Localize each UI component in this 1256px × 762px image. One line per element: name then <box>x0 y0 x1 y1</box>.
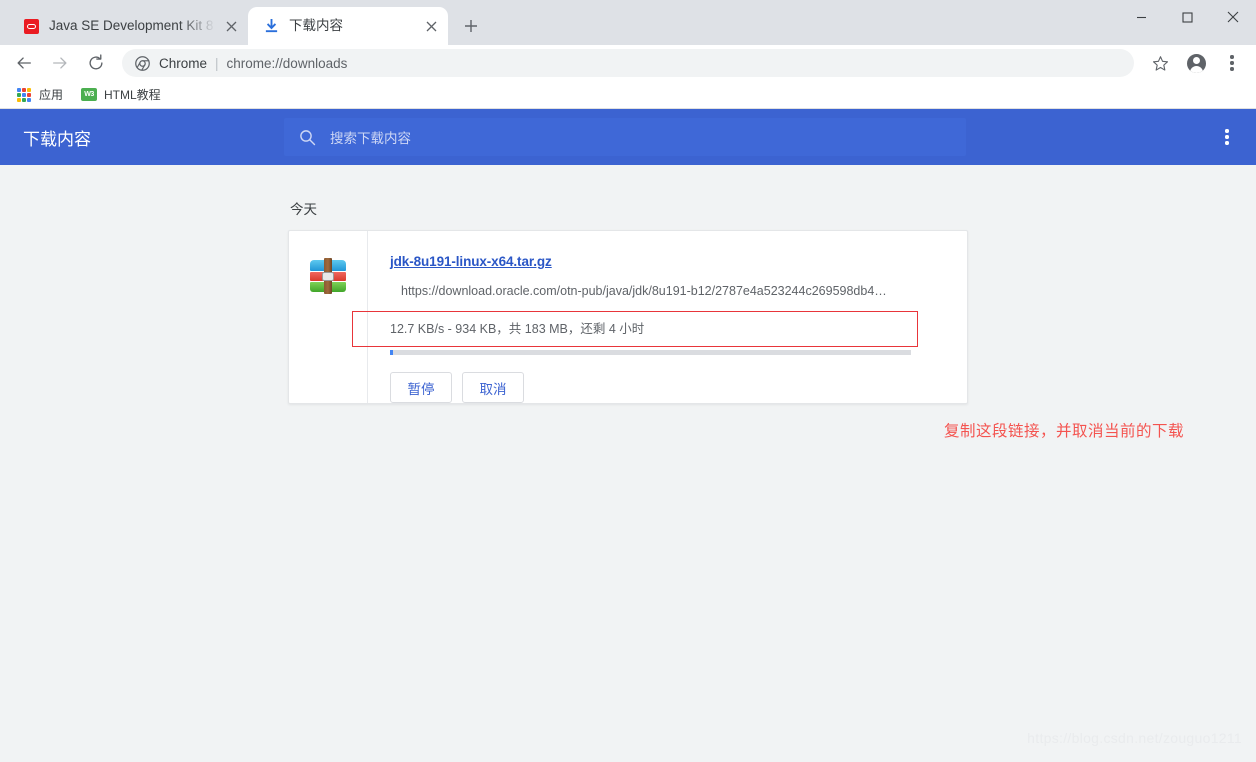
minimize-button[interactable] <box>1118 0 1164 34</box>
close-icon[interactable] <box>222 17 240 35</box>
search-icon <box>298 128 316 146</box>
window-controls <box>1118 0 1256 34</box>
search-placeholder: 搜索下载内容 <box>330 131 411 146</box>
page-title: 下载内容 <box>23 129 91 149</box>
maximize-button[interactable] <box>1164 0 1210 34</box>
cancel-button[interactable]: 取消 <box>462 372 524 403</box>
search-input[interactable]: 搜索下载内容 <box>284 118 966 156</box>
download-item-card: jdk-8u191-linux-x64.tar.gz https://downl… <box>288 230 968 404</box>
download-status-text: 12.7 KB/s - 934 KB，共 183 MB，还剩 4 小时 <box>390 322 645 336</box>
download-actions: 暂停 取消 <box>390 372 943 403</box>
back-icon[interactable] <box>9 48 39 78</box>
omnibox-separator: | <box>215 55 219 71</box>
close-icon[interactable] <box>422 17 440 35</box>
chrome-icon <box>134 55 150 71</box>
tabs-container: Java SE Development Kit 8 - D 下载内容 <box>0 0 486 45</box>
annotation-text: 复制这段链接，并取消当前的下载 <box>944 423 1185 440</box>
bookmark-label: HTML教程 <box>104 88 161 102</box>
downloads-menu-icon[interactable] <box>1212 122 1242 152</box>
address-bar[interactable]: Chrome | chrome://downloads <box>122 49 1134 77</box>
archive-file-icon <box>308 258 348 294</box>
browser-tab-downloads[interactable]: 下载内容 <box>248 7 448 45</box>
omnibox-url: chrome://downloads <box>226 55 348 71</box>
w3-icon: W3 <box>81 87 98 103</box>
download-source-url: https://download.oracle.com/otn-pub/java… <box>401 284 887 298</box>
download-file-name-link[interactable]: jdk-8u191-linux-x64.tar.gz <box>390 254 552 269</box>
profile-avatar[interactable] <box>1181 48 1211 78</box>
forward-icon[interactable] <box>45 48 75 78</box>
date-group-label: 今天 <box>290 202 317 217</box>
download-item-details: jdk-8u191-linux-x64.tar.gz https://downl… <box>368 231 967 403</box>
downloads-page: 下载内容 搜索下载内容 今天 jdk-8u191-linux-x64.tar.g… <box>0 109 1256 762</box>
toolbar-right-actions <box>1142 48 1250 78</box>
tab-strip: Java SE Development Kit 8 - D 下载内容 <box>0 0 1256 45</box>
reload-icon[interactable] <box>81 48 111 78</box>
bookmark-html-tutorial[interactable]: W3 HTML教程 <box>73 83 169 106</box>
bookmark-label: 应用 <box>39 88 64 102</box>
download-progress-bar <box>390 350 911 355</box>
close-window-button[interactable] <box>1210 0 1256 34</box>
browser-toolbar: Chrome | chrome://downloads <box>0 45 1256 81</box>
bookmarks-bar: 应用 W3 HTML教程 <box>0 81 1256 109</box>
browser-tab-oracle[interactable]: Java SE Development Kit 8 - D <box>8 7 248 45</box>
apps-grid-icon <box>16 87 32 103</box>
watermark: https://blog.csdn.net/zouguo1211 <box>1027 730 1242 746</box>
bookmark-star-icon[interactable] <box>1145 48 1175 78</box>
downloads-list: 今天 jdk-8u191-linux-x64.tar.gz https://do… <box>0 165 1256 404</box>
file-icon-column <box>289 231 368 403</box>
pause-button[interactable]: 暂停 <box>390 372 452 403</box>
download-icon <box>262 17 280 35</box>
new-tab-button[interactable] <box>456 11 486 41</box>
browser-menu-icon[interactable] <box>1217 48 1247 78</box>
downloads-header: 下载内容 搜索下载内容 <box>0 109 1256 165</box>
bookmark-apps[interactable]: 应用 <box>8 83 71 106</box>
oracle-icon <box>22 17 40 35</box>
download-progress-fill <box>390 350 393 355</box>
tab-title: 下载内容 <box>289 18 343 33</box>
omnibox-scheme-label: Chrome <box>159 55 208 71</box>
tab-title: Java SE Development Kit 8 - D <box>49 18 216 33</box>
